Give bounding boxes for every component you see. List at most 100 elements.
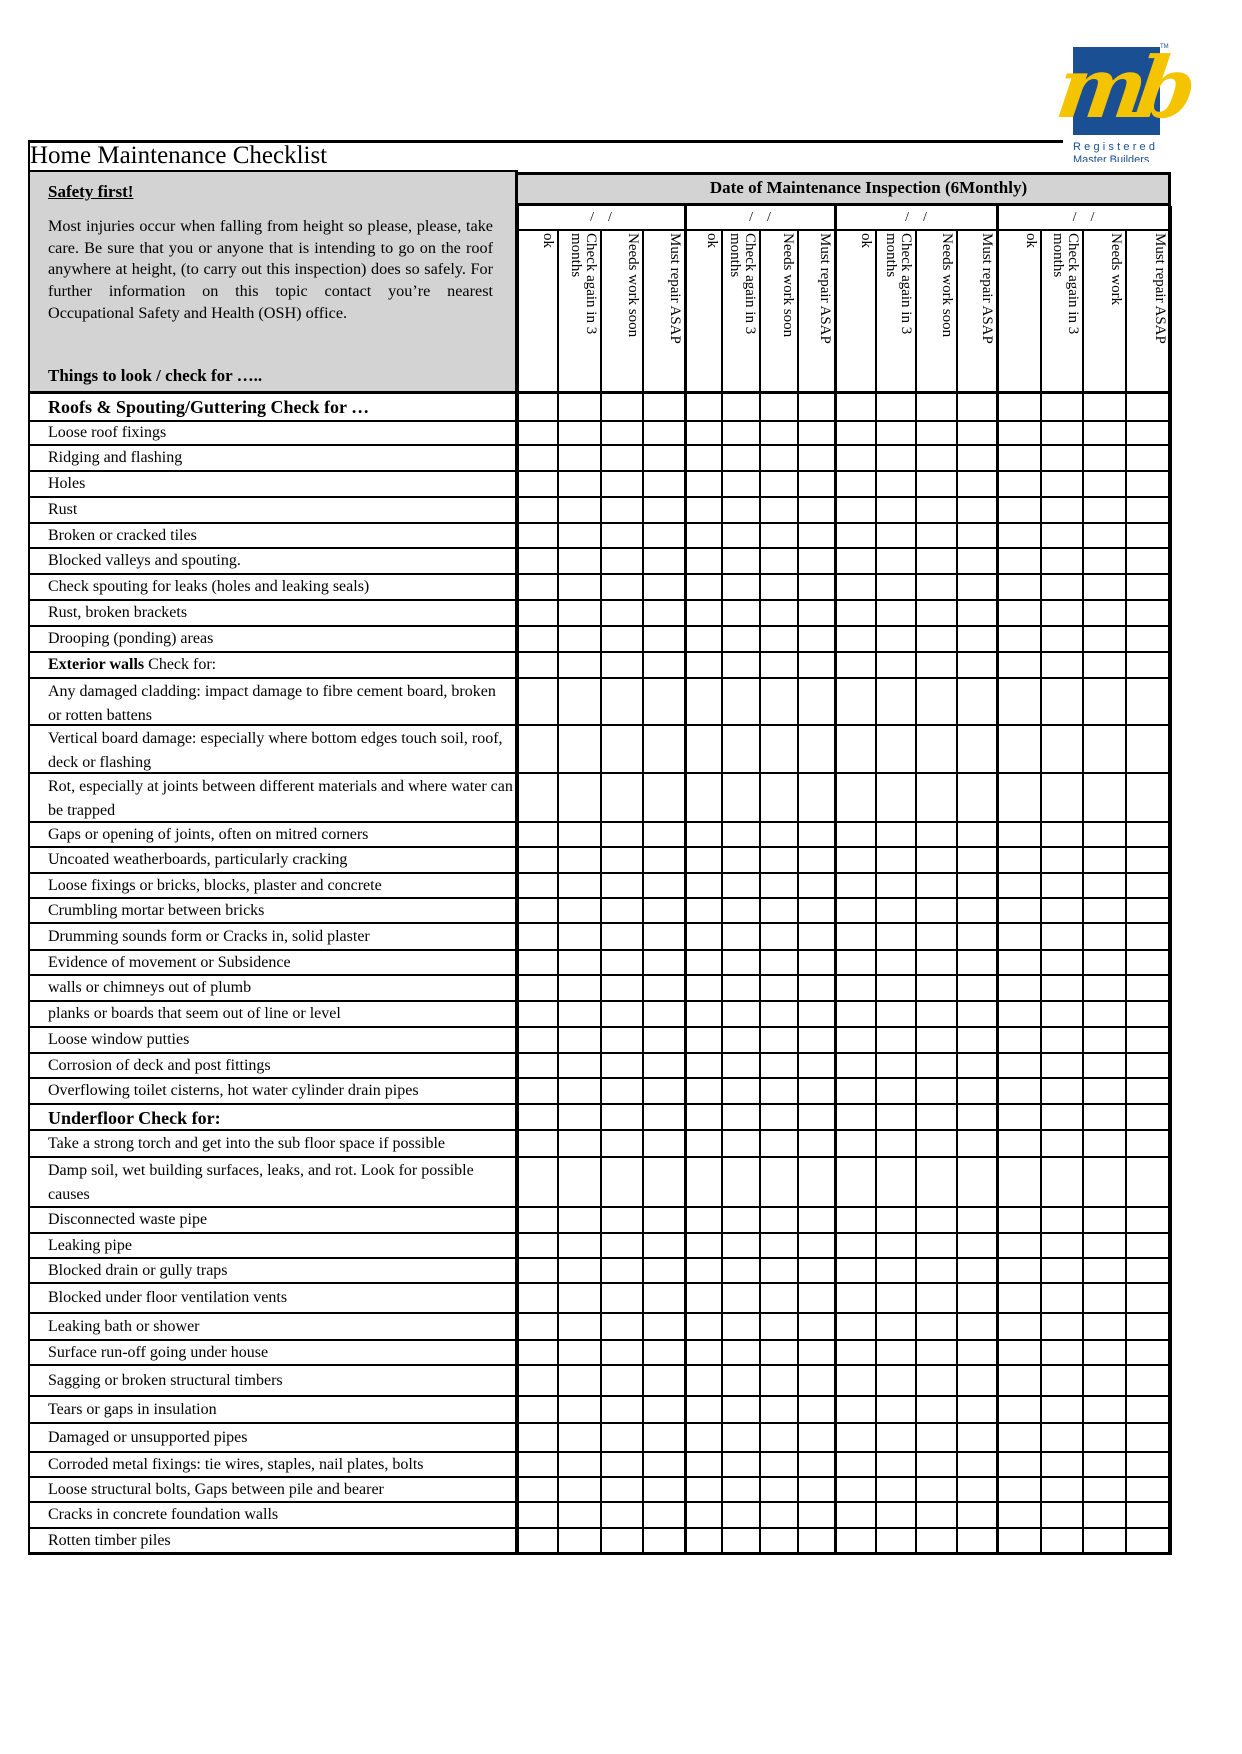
check-cell[interactable]	[685, 1452, 722, 1477]
check-cell[interactable]	[643, 1027, 685, 1053]
check-cell[interactable]	[1083, 497, 1126, 523]
check-cell[interactable]	[760, 1452, 798, 1477]
check-cell[interactable]	[1083, 1207, 1126, 1233]
check-cell[interactable]	[957, 1078, 997, 1104]
check-cell[interactable]	[517, 1528, 558, 1553]
check-cell[interactable]	[1041, 1053, 1083, 1078]
check-cell[interactable]	[997, 471, 1041, 497]
check-cell[interactable]	[835, 471, 876, 497]
check-cell[interactable]	[876, 652, 916, 678]
check-cell[interactable]	[760, 873, 798, 898]
check-cell[interactable]	[685, 1396, 722, 1423]
check-cell[interactable]	[1041, 445, 1083, 471]
check-cell[interactable]	[760, 548, 798, 574]
check-cell[interactable]	[558, 600, 601, 626]
check-cell[interactable]	[601, 873, 643, 898]
check-cell[interactable]	[722, 898, 760, 923]
check-cell[interactable]	[876, 847, 916, 873]
check-cell[interactable]	[558, 652, 601, 678]
check-cell[interactable]	[558, 523, 601, 548]
check-cell[interactable]	[798, 1053, 835, 1078]
check-cell[interactable]	[722, 1053, 760, 1078]
inspection-date-field[interactable]: / /	[517, 206, 685, 230]
check-cell[interactable]	[722, 1477, 760, 1502]
check-cell[interactable]	[916, 873, 957, 898]
check-cell[interactable]	[997, 773, 1041, 822]
check-cell[interactable]	[1083, 1027, 1126, 1053]
check-cell[interactable]	[722, 652, 760, 678]
check-cell[interactable]	[997, 1340, 1041, 1365]
check-cell[interactable]	[957, 873, 997, 898]
check-cell[interactable]	[517, 1313, 558, 1340]
check-cell[interactable]	[760, 773, 798, 822]
check-cell[interactable]	[601, 1365, 643, 1396]
check-cell[interactable]	[916, 975, 957, 1001]
check-cell[interactable]	[722, 773, 760, 822]
check-cell[interactable]	[916, 1258, 957, 1283]
check-cell[interactable]	[1041, 1340, 1083, 1365]
check-cell[interactable]	[517, 1053, 558, 1078]
check-cell[interactable]	[876, 392, 916, 421]
check-cell[interactable]	[997, 1207, 1041, 1233]
check-cell[interactable]	[643, 1396, 685, 1423]
check-cell[interactable]	[685, 1340, 722, 1365]
check-cell[interactable]	[1126, 574, 1170, 600]
check-cell[interactable]	[722, 1313, 760, 1340]
check-cell[interactable]	[517, 950, 558, 975]
check-cell[interactable]	[685, 847, 722, 873]
check-cell[interactable]	[558, 678, 601, 725]
check-cell[interactable]	[517, 1104, 558, 1130]
check-cell[interactable]	[835, 1233, 876, 1258]
check-cell[interactable]	[1041, 1157, 1083, 1207]
check-cell[interactable]	[798, 1130, 835, 1157]
check-cell[interactable]	[517, 1157, 558, 1207]
check-cell[interactable]	[1126, 1104, 1170, 1130]
check-cell[interactable]	[685, 898, 722, 923]
check-cell[interactable]	[798, 950, 835, 975]
check-cell[interactable]	[517, 1340, 558, 1365]
check-cell[interactable]	[722, 975, 760, 1001]
check-cell[interactable]	[760, 1104, 798, 1130]
check-cell[interactable]	[876, 1528, 916, 1553]
check-cell[interactable]	[643, 574, 685, 600]
check-cell[interactable]	[685, 1027, 722, 1053]
check-cell[interactable]	[722, 1157, 760, 1207]
check-cell[interactable]	[1126, 548, 1170, 574]
check-cell[interactable]	[558, 950, 601, 975]
check-cell[interactable]	[1126, 652, 1170, 678]
check-cell[interactable]	[760, 1157, 798, 1207]
check-cell[interactable]	[601, 574, 643, 600]
check-cell[interactable]	[517, 1233, 558, 1258]
check-cell[interactable]	[643, 1423, 685, 1452]
check-cell[interactable]	[685, 873, 722, 898]
check-cell[interactable]	[1083, 1001, 1126, 1027]
check-cell[interactable]	[916, 421, 957, 445]
check-cell[interactable]	[760, 1283, 798, 1313]
check-cell[interactable]	[517, 471, 558, 497]
check-cell[interactable]	[1041, 1207, 1083, 1233]
check-cell[interactable]	[517, 445, 558, 471]
check-cell[interactable]	[835, 652, 876, 678]
check-cell[interactable]	[997, 1502, 1041, 1528]
check-cell[interactable]	[798, 847, 835, 873]
check-cell[interactable]	[798, 1027, 835, 1053]
check-cell[interactable]	[558, 1001, 601, 1027]
check-cell[interactable]	[722, 1340, 760, 1365]
check-cell[interactable]	[722, 1396, 760, 1423]
check-cell[interactable]	[722, 445, 760, 471]
check-cell[interactable]	[835, 1365, 876, 1396]
check-cell[interactable]	[835, 975, 876, 1001]
inspection-date-field[interactable]: / /	[685, 206, 835, 230]
check-cell[interactable]	[601, 421, 643, 445]
check-cell[interactable]	[760, 975, 798, 1001]
check-cell[interactable]	[1083, 574, 1126, 600]
check-cell[interactable]	[558, 1078, 601, 1104]
check-cell[interactable]	[517, 847, 558, 873]
check-cell[interactable]	[601, 1528, 643, 1553]
check-cell[interactable]	[558, 847, 601, 873]
check-cell[interactable]	[517, 523, 558, 548]
check-cell[interactable]	[558, 421, 601, 445]
check-cell[interactable]	[1041, 678, 1083, 725]
check-cell[interactable]	[1126, 1423, 1170, 1452]
check-cell[interactable]	[1083, 1396, 1126, 1423]
